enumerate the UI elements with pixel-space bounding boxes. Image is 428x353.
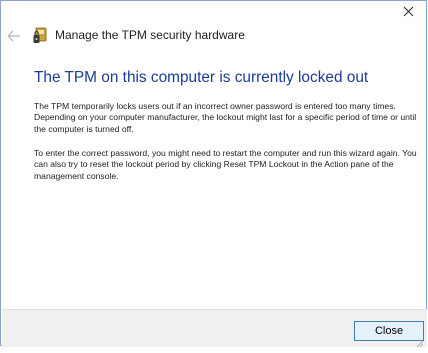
lockout-description: The TPM temporarily locks users out if a… [34,101,417,134]
wizard-title: Manage the TPM security hardware [55,28,245,42]
reset-instructions: To enter the correct password, you might… [34,148,417,181]
close-button[interactable]: Close [354,321,424,341]
back-arrow-icon[interactable] [6,29,22,43]
window-close-icon[interactable] [397,1,419,21]
resize-grip-icon[interactable] [416,335,424,348]
page-heading: The TPM on this computer is currently lo… [34,69,369,86]
wizard-window: Manage the TPM security hardware The TPM… [0,0,427,348]
tpm-chip-icon [33,27,49,45]
